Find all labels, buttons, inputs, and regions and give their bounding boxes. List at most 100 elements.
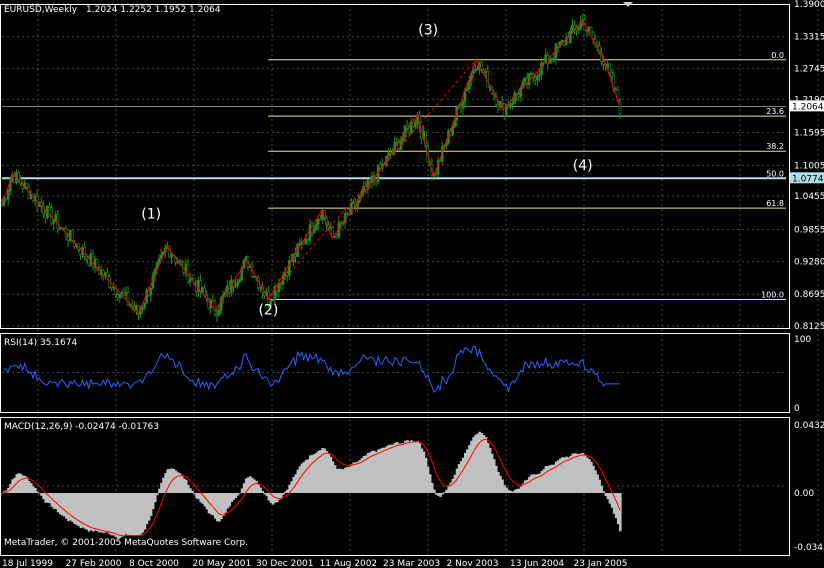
candle-body [304,238,308,245]
candle-body [252,276,256,278]
candle-body [414,123,417,128]
candle-body [25,182,29,188]
candle-body [395,141,399,144]
candle-body [66,236,70,242]
candle-body [548,59,552,64]
candle-body [374,178,378,183]
fib-level-label: 0.0 [771,51,784,60]
candle-body [48,205,51,208]
candle-body [275,286,279,293]
candle-body [211,299,215,302]
candle-body [238,279,241,283]
date-tick-label: 23 Jan 2005 [574,559,628,568]
candle-body [122,292,126,296]
candle-body [157,258,161,264]
price-tick-label: 1.1005 [794,161,824,171]
candle-body [484,71,487,74]
candle-body [569,30,572,43]
rsi-title: RSI(14) 35.1674 [4,338,77,348]
level-price-label: 1.0774 [792,174,824,184]
candle-body [610,72,614,77]
wave-label: (3) [418,23,438,39]
candle-body [314,224,318,230]
macd-bar [282,493,285,495]
candle-body [614,88,618,91]
macd-tick-label: 0.04323 [794,421,824,431]
current-price-label: 1.2064 [792,102,824,112]
fib-level-label: 100.0 [761,291,784,300]
candle-body [540,62,543,76]
ohlc-header: 1.2024 1.2252 1.1952 1.2064 [86,5,221,15]
candle-body [517,94,521,97]
wave-label: (4) [573,158,593,174]
copyright-text: MetaTrader, © 2001-2005 MetaQuotes Softw… [4,538,248,548]
candle-body [552,57,556,60]
fib-level-label: 61.8 [766,199,784,208]
candle-body [550,57,554,61]
trading-chart[interactable]: 0.0 23.6 38.2 50.0 61.8 100.0 (1) (2) (3) (4) EU… [0,0,824,568]
candle-body [168,245,171,258]
candle-body [331,227,335,238]
macd-bar [619,493,622,532]
candle-body [4,197,8,200]
candle-body [339,222,343,224]
candle-body [234,285,237,288]
level-price-marker: 1.0774 [790,172,824,184]
candle-body [188,279,192,283]
date-tick-label: 13 Jun 2004 [510,559,564,568]
date-tick-label: 11 Aug 2002 [320,559,378,568]
candle-body [124,292,128,296]
price-chart-title: EURUSD,Weekly [4,5,78,15]
candle-body [44,212,47,218]
price-tick-label: 0.9280 [794,258,824,268]
candle-body [271,299,275,302]
fib-level-label: 38.2 [766,142,784,151]
candle-body [143,302,146,308]
price-tick-label: 0.9855 [794,226,824,236]
candle-body [279,283,283,285]
candle-body [54,214,58,221]
candle-body [345,213,349,215]
current-price-marker: 1.2064 [790,100,824,112]
candle-body [567,37,570,43]
macd-bar [191,490,194,494]
candle-body [170,254,173,258]
candle-body [459,106,463,109]
macd-bar [156,493,159,496]
candle-body [533,77,537,81]
candle-body [352,201,355,204]
macd-bar [238,492,242,494]
candle-body [577,27,580,31]
candle-body [451,126,454,136]
candle-body [50,207,53,224]
price-tick-label: 1.0455 [794,192,824,202]
candle-body [106,272,109,278]
rsi-tick-label: 100 [794,335,811,345]
macd-bar [441,493,444,495]
candle-body [201,287,204,293]
candle-body [197,280,200,293]
candle-body [91,253,95,268]
macd-bar [602,491,606,494]
price-tick-label: 0.8695 [794,290,824,300]
candle-body [141,307,144,310]
candle-body [560,40,564,42]
date-tick-label: 20 May 2001 [193,559,252,568]
candle-body [509,103,512,108]
candle-body [602,61,605,65]
candle-body [507,105,510,108]
candle-body [306,238,310,241]
candle-body [571,24,574,32]
candle-body [335,235,339,238]
date-tick-label: 2 Nov 2003 [447,559,499,568]
candle-body [474,69,477,71]
candle-body [465,88,469,91]
date-tick-label: 30 Dec 2001 [256,559,314,568]
candle-body [203,287,206,296]
candle-body [298,243,301,246]
candle-body [17,172,20,180]
candle-body [589,26,593,33]
candle-body [536,75,539,81]
macd-tick-label: -0.03432 [794,543,824,553]
candle-body [500,101,504,104]
